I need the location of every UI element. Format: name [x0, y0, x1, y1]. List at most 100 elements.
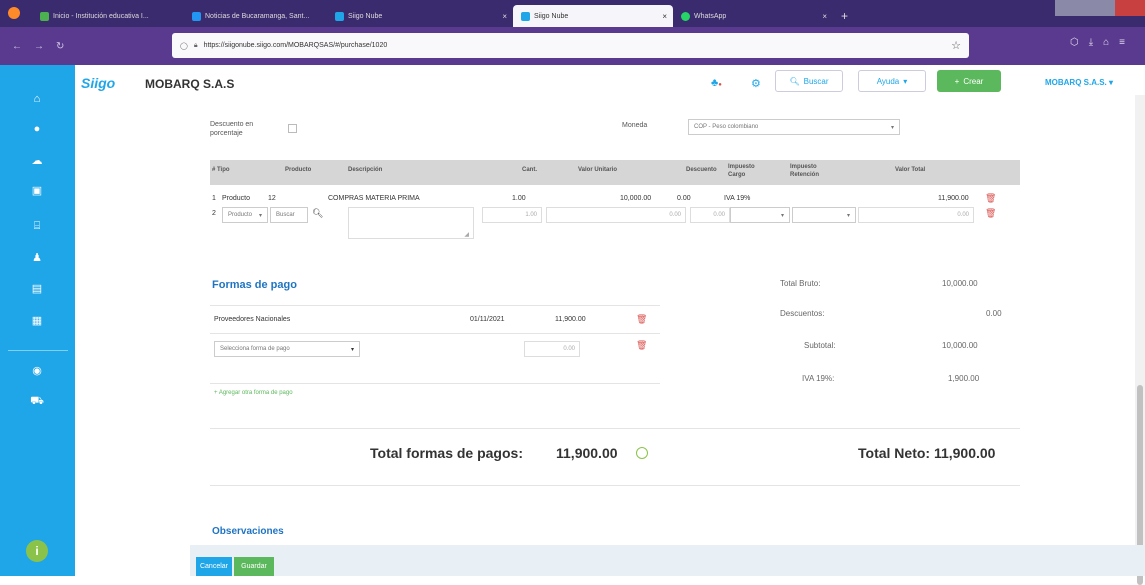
firefox-icon[interactable] — [8, 7, 20, 19]
col-impuesto-cargo: Impuesto Cargo — [728, 164, 755, 178]
row2-type-select[interactable]: Producto ▾ — [222, 207, 268, 223]
chevron-down-icon: ▾ — [350, 346, 354, 353]
chevron-down-icon: ▾ — [780, 212, 784, 219]
tab-favicon-icon — [335, 11, 344, 21]
row2-discount-input[interactable]: 0.00 — [690, 207, 730, 223]
col-descripcion: Descripción — [348, 167, 383, 173]
delete-row-icon[interactable]: 🗑︎ — [985, 208, 996, 219]
chevron-down-icon: ▾ — [846, 212, 850, 219]
inbox-icon[interactable]: ▣ — [30, 185, 44, 197]
user-menu[interactable]: MOBARQ S.A.S. ▾ — [1045, 78, 1113, 87]
search-icon[interactable]: 🔍︎ — [312, 208, 323, 219]
tab-close-icon[interactable]: × — [662, 12, 667, 21]
whatsapp-icon — [681, 11, 690, 21]
currency-select[interactable]: COP - Peso colombiano ▾ — [688, 119, 900, 135]
tab-close-icon[interactable]: × — [502, 12, 507, 21]
chevron-down-icon: ▾ — [1108, 78, 1113, 87]
payments-total-label: Total formas de pagos: — [370, 445, 523, 461]
browser-nav-bar: ← → ↻ ◯ 🔒︎ https://siigonube.siigo.com/M… — [0, 27, 1145, 65]
cancel-button[interactable]: Cancelar — [196, 557, 232, 576]
shield-icon: ◯ — [180, 42, 188, 50]
currency-label: Moneda — [622, 122, 648, 129]
payment-value: 11,900.00 — [555, 316, 586, 323]
browser-tab-5[interactable]: WhatsApp × — [673, 5, 833, 27]
tab-favicon-icon — [40, 11, 49, 21]
browser-tab-3[interactable]: Siigo Nube × — [327, 5, 513, 27]
siigo-logo[interactable]: Siigo — [81, 75, 115, 91]
back-icon[interactable]: ← — [12, 41, 22, 52]
row2-cant-input[interactable]: 1.00 — [482, 207, 542, 223]
discount-percent-label: Descuento en porcentaje — [210, 121, 254, 137]
url-text[interactable]: https://siigonube.siigo.com/MOBARQSAS/#/… — [204, 42, 388, 49]
dashboard-icon[interactable]: ● — [30, 123, 44, 135]
window-close-icon[interactable] — [1115, 0, 1145, 16]
help-button[interactable]: Ayuda ▾ — [858, 70, 926, 92]
delete-row-icon[interactable]: 🗑︎ — [985, 193, 996, 204]
save-button[interactable]: Guardar — [234, 557, 274, 576]
create-button[interactable]: + Crear — [937, 70, 1001, 92]
divider — [210, 383, 660, 384]
row2-description-input[interactable]: ◢ — [348, 207, 474, 239]
browser-tab-bar: Inicio - Institución educativa I... Noti… — [0, 0, 1145, 27]
col-cant: Cant. — [522, 167, 537, 173]
document-icon[interactable]: ▤ — [30, 283, 44, 295]
settings-icon[interactable]: ⚙ — [751, 77, 761, 90]
forward-icon[interactable]: → — [34, 41, 44, 52]
notifications-icon[interactable]: ♣● — [711, 77, 722, 89]
tab-close-icon[interactable]: × — [822, 12, 827, 21]
reload-icon[interactable]: ↻ — [56, 41, 64, 52]
add-payment-link[interactable]: + Agregar otra forma de pago — [214, 390, 293, 396]
check-circle-icon — [636, 447, 648, 459]
total-neto: Total Neto: 11,900.00 — [858, 445, 996, 461]
sidebar-divider — [8, 350, 68, 351]
delete-payment-icon[interactable]: 🗑︎ — [636, 340, 647, 351]
cloud-icon[interactable]: ☁ — [30, 155, 44, 167]
col-valor-total: Valor Total — [895, 167, 926, 173]
window-controls[interactable] — [1055, 0, 1145, 16]
col-descuento: Descuento — [686, 167, 717, 173]
user-icon[interactable]: ♟ — [30, 252, 44, 264]
plus-icon: + — [954, 76, 960, 86]
browser-tab-active[interactable]: Siigo Nube × — [513, 5, 673, 27]
observations-title: Observaciones — [212, 526, 284, 537]
file-icon[interactable]: ▦ — [30, 315, 44, 327]
chevron-down-icon: ▾ — [890, 124, 894, 131]
home-icon[interactable]: ⌂ — [30, 93, 44, 105]
payment-amount-input[interactable]: 0.00 — [524, 341, 580, 357]
app-sidebar: ⌂ ● ☁ ▣ ⌸ ♟ ▤ ▦ ◉ ⛟ — [0, 65, 75, 576]
divider — [210, 333, 660, 334]
row2-product-search[interactable]: Buscar — [270, 207, 308, 223]
company-name: MOBARQ S.A.S — [145, 77, 235, 91]
bookmark-star-icon[interactable]: ☆ — [951, 39, 961, 52]
info-icon[interactable]: i — [26, 540, 48, 562]
delete-payment-icon[interactable]: 🗑︎ — [636, 314, 647, 325]
payments-title: Formas de pago — [212, 279, 297, 291]
resize-handle-icon[interactable]: ◢ — [464, 231, 469, 238]
col-tipo: # Tipo — [212, 167, 230, 173]
search-icon: 🔍︎ — [789, 76, 800, 86]
cart-icon[interactable]: ⛟ — [30, 395, 44, 407]
chevron-down-icon: ▾ — [903, 76, 908, 86]
browser-tab-1[interactable]: Inicio - Institución educativa I... — [32, 5, 184, 27]
payment-date: 01/11/2021 — [470, 316, 505, 323]
browser-toolbar-icons[interactable]: ⬡⤓⌂≡ — [1070, 37, 1135, 48]
payments-total-value: 11,900.00 — [556, 445, 618, 461]
row2-retention-select[interactable]: ▾ — [792, 207, 856, 223]
items-table-header: # Tipo Producto Descripción Cant. Valor … — [210, 160, 1020, 185]
payment-method-select[interactable]: Selecciona forma de pago ▾ — [214, 341, 360, 357]
bank-icon[interactable]: ⌸ — [30, 220, 44, 232]
discount-percent-checkbox[interactable] — [288, 124, 297, 133]
row2-tax-select[interactable]: ▾ — [730, 207, 790, 223]
browser-tab-2[interactable]: Noticias de Bucaramanga, Sant... — [184, 5, 327, 27]
row2-price-input[interactable]: 0.00 — [546, 207, 686, 223]
url-bar[interactable]: ◯ 🔒︎ https://siigonube.siigo.com/MOBARQS… — [172, 33, 969, 58]
purchase-form: Descuento en porcentaje Moneda COP - Pes… — [190, 95, 1030, 545]
divider — [210, 428, 1020, 429]
tab-favicon-icon — [521, 11, 530, 21]
search-button[interactable]: 🔍︎ Buscar — [775, 70, 843, 92]
new-tab-icon[interactable]: + — [841, 9, 848, 23]
page-scrollbar[interactable] — [1135, 95, 1145, 585]
eye-icon[interactable]: ◉ — [30, 365, 44, 377]
lock-icon: 🔒︎ — [193, 41, 198, 49]
divider — [210, 485, 1020, 486]
